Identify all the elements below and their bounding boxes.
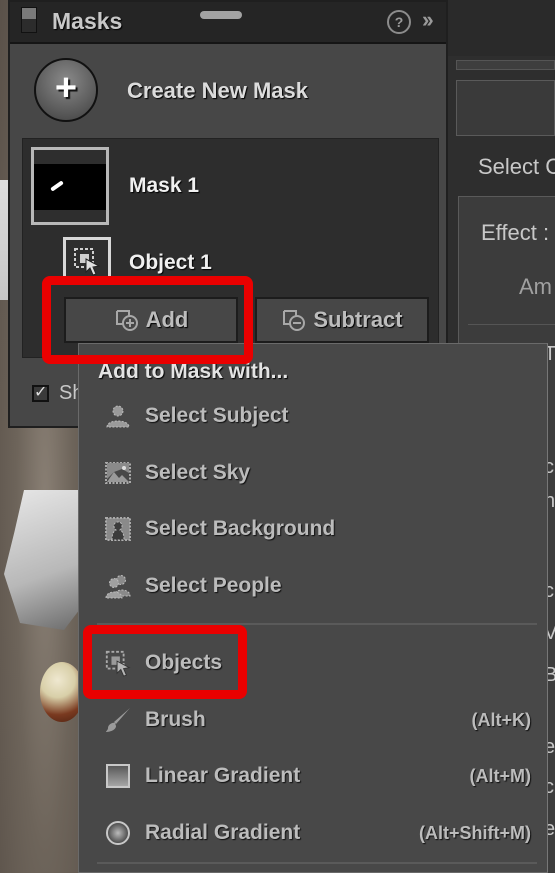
menu-item-brush[interactable]: Brush (Alt+K) xyxy=(103,700,543,740)
drag-handle[interactable] xyxy=(200,11,242,19)
menu-item-label: Brush xyxy=(145,708,206,731)
subtract-button[interactable]: Subtract xyxy=(255,297,429,343)
menu-item-label: Select Background xyxy=(145,517,336,540)
menu-item-select-people[interactable]: Select People xyxy=(103,566,543,606)
create-new-mask-label[interactable]: Create New Mask xyxy=(127,78,308,104)
mask-preview-stroke xyxy=(50,180,64,192)
menu-item-label: Select Subject xyxy=(145,404,289,427)
select-background-icon xyxy=(103,514,133,544)
show-overlay-checkbox[interactable]: ✓ xyxy=(32,385,49,402)
subtract-shape-icon xyxy=(283,310,306,331)
menu-item-select-subject[interactable]: Select Subject xyxy=(103,396,543,436)
effect-label: Effect : xyxy=(481,220,550,245)
menu-item-radial-gradient[interactable]: Radial Gradient (Alt+Shift+M) xyxy=(103,813,543,853)
panel-title: Masks xyxy=(52,8,123,34)
menu-separator xyxy=(97,862,537,864)
amount-label: Am xyxy=(519,274,552,299)
menu-item-linear-gradient[interactable]: Linear Gradient (Alt+M) xyxy=(103,756,543,796)
divider xyxy=(468,324,555,325)
right-panel-header xyxy=(448,0,555,56)
mask-name[interactable]: Mask 1 xyxy=(129,174,199,198)
select-people-icon xyxy=(103,571,133,601)
highlight-add-button xyxy=(42,276,253,364)
show-overlay-row[interactable]: ✓ Sh xyxy=(32,382,83,405)
menu-item-label: Linear Gradient xyxy=(145,764,301,787)
select-sky-icon xyxy=(103,458,133,488)
subtract-label: Subtract xyxy=(313,307,403,332)
menu-item-shortcut: (Alt+K) xyxy=(471,709,532,730)
create-new-mask-button[interactable]: + xyxy=(34,58,98,122)
panel-toggle-icon[interactable] xyxy=(21,7,37,33)
component-name[interactable]: Object 1 xyxy=(129,251,212,275)
menu-item-label: Select People xyxy=(145,574,282,597)
mask-thumbnail[interactable] xyxy=(31,147,109,225)
right-panel-bar xyxy=(456,60,555,70)
highlight-objects-item xyxy=(83,625,247,699)
radial-gradient-icon xyxy=(103,818,133,848)
menu-item-label: Radial Gradient xyxy=(145,821,301,844)
brush-icon xyxy=(103,705,133,735)
menu-item-label: Select Sky xyxy=(145,461,251,484)
select-subject-icon xyxy=(103,401,133,431)
linear-gradient-icon xyxy=(103,761,133,791)
menu-item-select-sky[interactable]: Select Sky xyxy=(103,453,543,493)
add-to-mask-menu: Add to Mask with... Select Subject Selec… xyxy=(78,343,548,873)
plus-icon: + xyxy=(54,67,78,109)
double-chevron-right-icon[interactable]: ›› xyxy=(422,7,434,33)
menu-item-select-background[interactable]: Select Background xyxy=(103,509,543,549)
select-label[interactable]: Select C xyxy=(478,154,555,180)
masks-panel-header[interactable]: Masks ? ›› xyxy=(10,2,446,44)
help-circle-icon[interactable]: ? xyxy=(387,10,411,34)
menu-item-shortcut: (Alt+Shift+M) xyxy=(419,822,531,843)
menu-item-shortcut: (Alt+M) xyxy=(469,765,532,786)
right-panel-box xyxy=(456,80,555,136)
